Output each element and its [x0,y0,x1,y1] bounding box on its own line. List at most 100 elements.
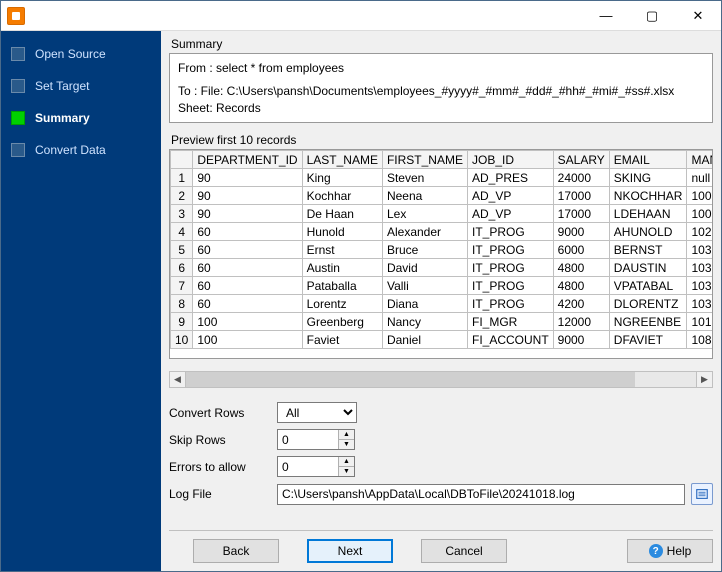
cell: 9000 [553,223,609,241]
summary-from: From : select * from employees [178,60,704,77]
horizontal-scrollbar[interactable]: ◀ ▶ [169,371,713,388]
step-box-icon [11,47,25,61]
table-row[interactable]: 860LorentzDianaIT_PROG4200DLORENTZ103 [171,295,714,313]
cell: 103 [687,241,713,259]
spinner-down-icon[interactable]: ▼ [339,467,354,476]
cell: Pataballa [302,277,382,295]
skip-rows-input[interactable] [278,430,338,449]
step-set-target[interactable]: Set Target [1,75,161,97]
step-box-icon [11,143,25,157]
cell: IT_PROG [467,277,553,295]
cell: 100 [193,313,302,331]
cell: NGREENBE [609,313,687,331]
rownum-cell: 5 [171,241,193,259]
col-header[interactable]: JOB_ID [467,151,553,169]
errors-label: Errors to allow [169,460,277,474]
cancel-button[interactable]: Cancel [421,539,507,563]
wizard-footer: Back Next Cancel ? Help [169,530,713,563]
app-window: — ▢ ✕ Open Source Set Target Summary Con… [0,0,722,572]
skip-rows-spinner[interactable]: ▲ ▼ [277,429,355,450]
errors-input[interactable] [278,457,338,476]
cell: Neena [382,187,467,205]
table-row[interactable]: 190KingStevenAD_PRES24000SKINGnull [171,169,714,187]
cell: AD_PRES [467,169,553,187]
cell: De Haan [302,205,382,223]
rownum-header [171,151,193,169]
scroll-right-icon[interactable]: ▶ [696,371,713,388]
step-label: Summary [35,111,90,125]
cell: 12000 [553,313,609,331]
cell: FI_MGR [467,313,553,331]
cell: Austin [302,259,382,277]
cell: Alexander [382,223,467,241]
step-summary[interactable]: Summary [1,107,161,129]
maximize-button[interactable]: ▢ [629,1,675,31]
cell: NKOCHHAR [609,187,687,205]
help-button[interactable]: ? Help [627,539,713,563]
step-label: Set Target [35,79,89,93]
log-file-input[interactable] [277,484,685,505]
cell: Valli [382,277,467,295]
summary-title: Summary [171,37,713,51]
col-header[interactable]: SALARY [553,151,609,169]
cell: Lorentz [302,295,382,313]
cell: 60 [193,241,302,259]
col-header[interactable]: MANAG [687,151,713,169]
spinner-up-icon[interactable]: ▲ [339,457,354,467]
cell: BERNST [609,241,687,259]
table-row[interactable]: 760PataballaValliIT_PROG4800VPATABAL103 [171,277,714,295]
cell: Hunold [302,223,382,241]
options-form: Convert Rows All Skip Rows ▲ ▼ [169,402,713,511]
skip-rows-label: Skip Rows [169,433,277,447]
cell: 100 [193,331,302,349]
minimize-button[interactable]: — [583,1,629,31]
window-controls: — ▢ ✕ [583,1,721,31]
table-row[interactable]: 290KochharNeenaAD_VP17000NKOCHHAR100 [171,187,714,205]
help-label: Help [667,544,692,558]
summary-to: To : File: C:\Users\pansh\Documents\empl… [178,83,704,117]
col-header[interactable]: DEPARTMENT_ID [193,151,302,169]
spinner-down-icon[interactable]: ▼ [339,440,354,449]
rownum-cell: 6 [171,259,193,277]
cell: 103 [687,259,713,277]
cell: AD_VP [467,187,553,205]
scroll-left-icon[interactable]: ◀ [169,371,186,388]
cell: Kochhar [302,187,382,205]
cell: 4800 [553,277,609,295]
table-row[interactable]: 660AustinDavidIT_PROG4800DAUSTIN103 [171,259,714,277]
convert-rows-select[interactable]: All [277,402,357,423]
table-row[interactable]: 10100FavietDanielFI_ACCOUNT9000DFAVIET10… [171,331,714,349]
cell: IT_PROG [467,259,553,277]
step-open-source[interactable]: Open Source [1,43,161,65]
folder-icon [695,487,709,501]
scroll-thumb[interactable] [186,372,635,387]
back-button[interactable]: Back [193,539,279,563]
step-box-icon [11,111,25,125]
next-button[interactable]: Next [307,539,393,563]
cell: 103 [687,295,713,313]
table-row[interactable]: 390De HaanLexAD_VP17000LDEHAAN100 [171,205,714,223]
col-header[interactable]: FIRST_NAME [382,151,467,169]
scroll-track[interactable] [186,371,696,388]
cell: null [687,169,713,187]
cell: DFAVIET [609,331,687,349]
browse-log-button[interactable] [691,483,713,505]
close-button[interactable]: ✕ [675,1,721,31]
header-row: DEPARTMENT_ID LAST_NAME FIRST_NAME JOB_I… [171,151,714,169]
rownum-cell: 4 [171,223,193,241]
app-icon [7,7,25,25]
errors-spinner[interactable]: ▲ ▼ [277,456,355,477]
spinner-up-icon[interactable]: ▲ [339,430,354,440]
rownum-cell: 10 [171,331,193,349]
cell: 17000 [553,187,609,205]
col-header[interactable]: LAST_NAME [302,151,382,169]
cell: Lex [382,205,467,223]
cell: Diana [382,295,467,313]
table-row[interactable]: 9100GreenbergNancyFI_MGR12000NGREENBE101 [171,313,714,331]
table-row[interactable]: 460HunoldAlexanderIT_PROG9000AHUNOLD102 [171,223,714,241]
table-row[interactable]: 560ErnstBruceIT_PROG6000BERNST103 [171,241,714,259]
main-panel: Summary From : select * from employees T… [161,31,721,571]
col-header[interactable]: EMAIL [609,151,687,169]
step-convert-data[interactable]: Convert Data [1,139,161,161]
step-box-icon [11,79,25,93]
